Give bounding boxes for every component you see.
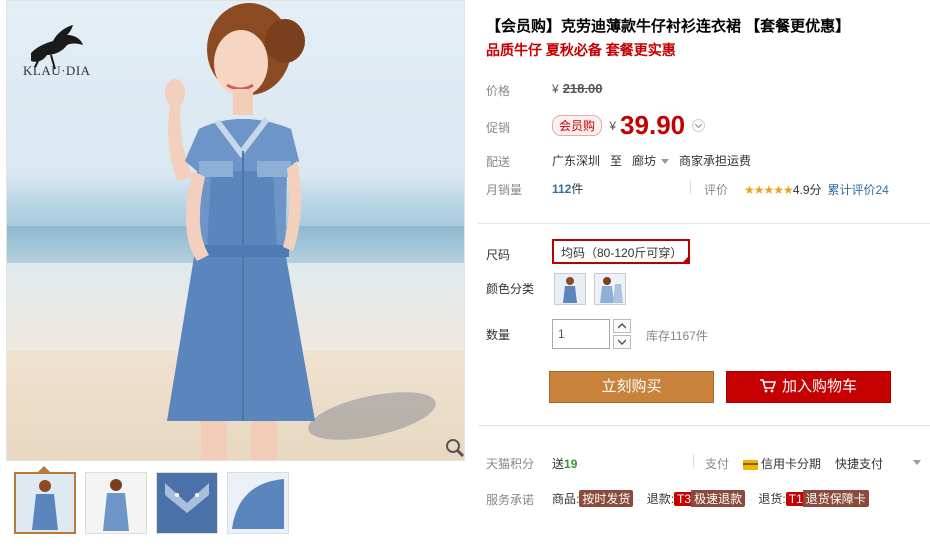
payment-divider	[693, 454, 694, 468]
total-reviews-link[interactable]: 累计评价24	[828, 183, 889, 197]
main-product-image[interactable]: KLAU·DIA	[6, 0, 465, 461]
thumbnail-3-image	[157, 473, 217, 533]
promo-expand-icon[interactable]	[692, 119, 706, 132]
payment-label: 支付	[705, 457, 730, 471]
zoom-magnifier-icon[interactable]	[444, 437, 465, 459]
promo-currency: ¥	[609, 118, 617, 133]
rating-stars-icon: ★★★★★	[744, 183, 794, 197]
color-option-1[interactable]	[554, 273, 586, 305]
points-row: 送19	[552, 455, 577, 472]
promo-price-row: 会员购 ¥39.90	[552, 110, 706, 141]
sales-divider	[690, 180, 691, 194]
monthly-sales-unit: 件	[571, 182, 584, 196]
thumbnail-1[interactable]	[14, 472, 76, 534]
service-separator-2: ·	[748, 492, 753, 506]
thumbnail-4[interactable]	[227, 472, 289, 534]
size-option-selected[interactable]: 均码（80-120斤可穿） ✓	[552, 239, 690, 264]
original-price-currency: ¥	[552, 82, 559, 96]
original-price: ¥218.00	[552, 81, 602, 96]
service-return-prefix: 退货:	[758, 492, 786, 506]
color-option-1-image	[555, 274, 585, 304]
add-to-cart-label: 加入购物车	[781, 378, 857, 395]
rating-row: 评价 ★★★★★4.9分 累计评价24	[704, 181, 889, 198]
cart-icon	[759, 378, 777, 392]
color-label: 颜色分类	[486, 282, 535, 296]
service-row: 商品: 按时发货 · 退款: T3 极速退款 · 退货: T1 退货保障卡	[552, 490, 869, 507]
fast-refund-badge[interactable]: 极速退款	[691, 490, 746, 507]
return-guarantee-badge[interactable]: 退货保障卡	[802, 490, 869, 507]
rating-score: 4.9分	[792, 183, 822, 197]
payment-expand-icon[interactable]	[913, 460, 921, 465]
shipping-row: 广东深圳至廊坊 商家承担运费	[552, 152, 761, 169]
points-label: 天猫积分	[486, 457, 535, 471]
monthly-sales: 112件	[552, 180, 583, 197]
credit-card-icon	[743, 459, 759, 470]
stock-count: 库存1167件	[646, 329, 708, 343]
buy-now-button[interactable]: 立刻购买	[549, 371, 714, 403]
service-separator-1: ·	[636, 492, 641, 506]
shipping-from: 广东深圳	[552, 154, 601, 168]
color-option-2[interactable]	[594, 273, 626, 305]
shipping-label: 配送	[486, 155, 511, 169]
quantity-decrease-button[interactable]	[613, 335, 631, 349]
buy-now-label: 立刻购买	[601, 378, 662, 395]
model-figure	[165, 3, 315, 460]
monthly-sales-count: 112	[552, 182, 572, 196]
color-option-2-image	[595, 274, 625, 304]
points-prefix: 送	[552, 457, 565, 471]
brand-name: KLAU·DIA	[23, 63, 91, 78]
credit-installment[interactable]: 信用卡分期	[761, 457, 821, 471]
monthly-sales-label: 月销量	[486, 183, 523, 197]
original-price-value: 218.00	[562, 81, 603, 96]
points-value: 19	[564, 457, 578, 471]
size-label: 尺码	[486, 248, 511, 262]
payment-row: 支付 信用卡分期 快捷支付	[705, 455, 883, 472]
thumbnail-2-image	[86, 473, 146, 533]
product-subtitle: 品质牛仔 夏秋必备 套餐更实惠	[486, 42, 676, 58]
quick-pay[interactable]: 快捷支付	[835, 457, 883, 471]
section-divider-1	[478, 223, 930, 224]
chevron-down-icon	[618, 339, 626, 345]
promo-price: 39.90	[620, 110, 686, 140]
member-badge: 会员购	[552, 115, 603, 136]
product-title: 【会员购】克劳迪薄款牛仔衬衫连衣裙 【套餐更优惠】	[486, 18, 851, 35]
shipping-destination: 廊坊	[632, 154, 657, 168]
shipping-to-word: 至	[610, 154, 623, 168]
promo-label: 促销	[486, 121, 511, 135]
quantity-label: 数量	[486, 328, 511, 342]
on-time-delivery-badge[interactable]: 按时发货	[579, 490, 634, 507]
rating-label: 评价	[704, 183, 729, 197]
thumbnail-4-image	[228, 473, 288, 533]
price-label: 价格	[486, 84, 511, 98]
quantity-input[interactable]	[552, 319, 610, 349]
selected-check-icon: ✓	[682, 255, 688, 262]
thumbnail-3[interactable]	[156, 472, 218, 534]
thumbnail-1-image	[16, 474, 74, 532]
thumbnail-2[interactable]	[85, 472, 147, 534]
section-divider-2	[478, 425, 930, 426]
chevron-up-icon	[618, 323, 626, 329]
add-to-cart-button[interactable]: 加入购物车	[726, 371, 891, 403]
thumbnail-strip	[14, 472, 289, 534]
service-refund-prefix: 退款:	[646, 492, 675, 506]
shipping-note: 商家承担运费	[679, 154, 752, 168]
service-label: 服务承诺	[486, 493, 535, 507]
service-goods-prefix: 商品:	[552, 492, 580, 506]
shipping-destination-select[interactable]: 廊坊	[632, 154, 669, 168]
quantity-increase-button[interactable]	[613, 319, 631, 333]
size-option-text: 均码（80-120斤可穿）	[561, 246, 683, 260]
